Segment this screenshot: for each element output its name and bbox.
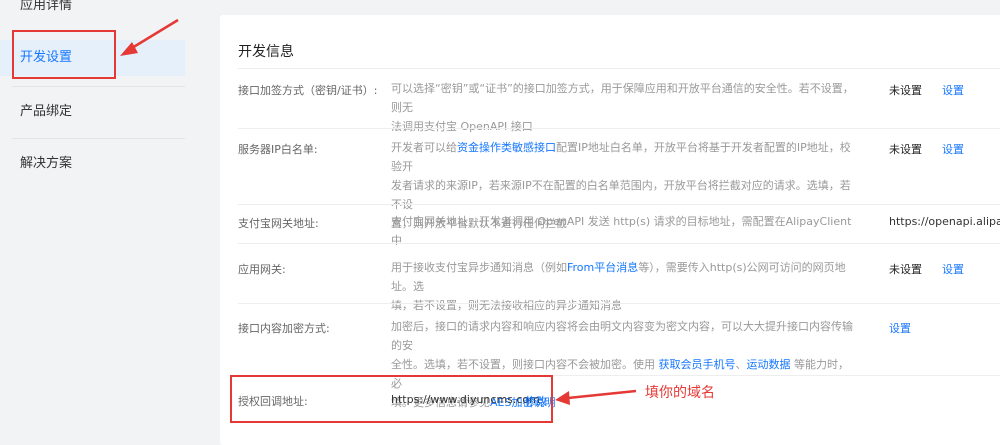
annotation-text: 填你的域名 bbox=[645, 385, 715, 401]
arrow-icon bbox=[120, 18, 637, 405]
highlight-box-callback bbox=[230, 375, 553, 423]
